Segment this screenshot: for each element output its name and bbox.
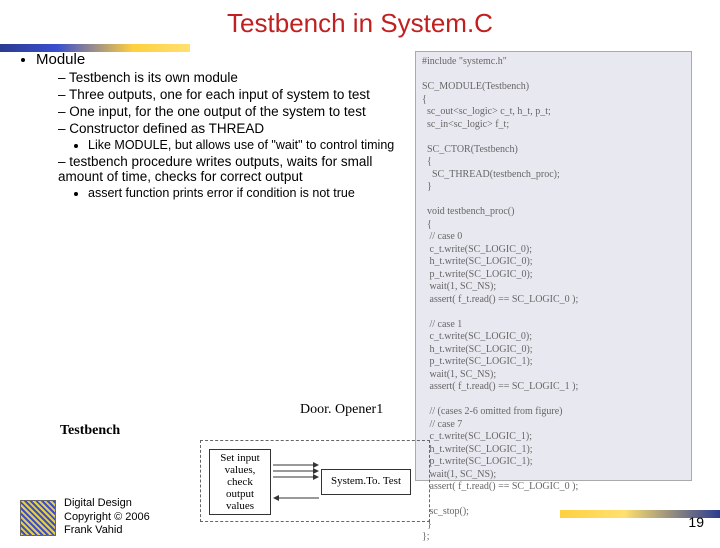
sub-5: testbench procedure writes outputs, wait… <box>58 154 410 200</box>
code-listing: #include "systemc.h" SC_MODULE(Testbench… <box>415 51 692 481</box>
arrow-from-system <box>273 493 319 503</box>
bullet-module-text: Module <box>36 51 85 68</box>
footer-l2: Copyright © 2006 <box>64 511 150 523</box>
bullet-module: Module Testbench is its own module Three… <box>36 51 410 200</box>
footer-l1: Digital Design <box>64 497 132 509</box>
sub-4-text: Constructor defined as THREAD <box>69 121 264 136</box>
arrow-to-system <box>273 459 319 487</box>
box-system-to-test: System.To. Test <box>321 469 411 495</box>
sub-4: Constructor defined as THREAD Like MODUL… <box>58 121 410 152</box>
sub4-note-list: Like MODULE, but allows use of "wait" to… <box>58 138 410 152</box>
sub5-note-list: assert function prints error if conditio… <box>58 186 410 200</box>
sub-1: Testbench is its own module <box>58 70 410 85</box>
logo-icon <box>20 500 56 536</box>
footer-l3: Frank Vahid <box>64 524 123 536</box>
sub-list: Testbench is its own module Three output… <box>36 70 410 200</box>
title-accent-bar <box>0 44 190 52</box>
slide-title: Testbench in System.C <box>0 8 720 39</box>
bullet-list: Module Testbench is its own module Three… <box>18 51 410 200</box>
sub-3: One input, for the one output of the sys… <box>58 104 410 119</box>
footer-text: Digital Design Copyright © 2006 Frank Va… <box>64 497 150 538</box>
sub-2: Three outputs, one for each input of sys… <box>58 87 410 102</box>
door-opener-label: Door. Opener1 <box>300 402 383 418</box>
page-number: 19 <box>688 514 704 530</box>
testbench-diagram: Set input values, check output values Sy… <box>200 440 430 522</box>
box-set-input: Set input values, check output values <box>209 449 271 515</box>
sub5-note: assert function prints error if conditio… <box>88 186 410 200</box>
testbench-label: Testbench <box>60 423 120 439</box>
sub-5-text: testbench procedure writes outputs, wait… <box>58 154 372 184</box>
sub4-note: Like MODULE, but allows use of "wait" to… <box>88 138 410 152</box>
right-column: #include "systemc.h" SC_MODULE(Testbench… <box>415 51 700 481</box>
